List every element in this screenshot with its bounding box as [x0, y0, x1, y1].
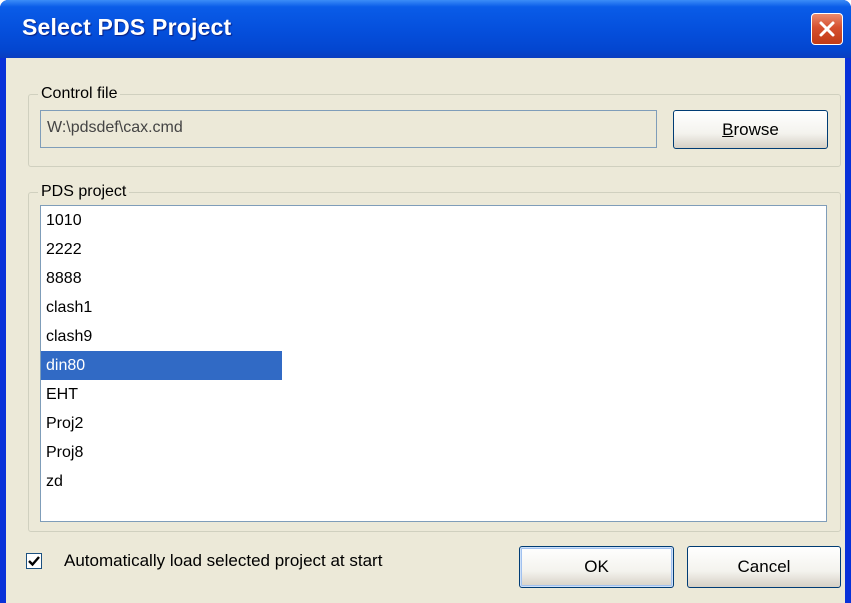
- ok-button[interactable]: OK: [519, 546, 674, 588]
- project-list-item[interactable]: 1010: [41, 206, 282, 235]
- control-file-field[interactable]: W:\pdsdef\cax.cmd: [40, 110, 657, 148]
- project-list-item[interactable]: din80: [41, 351, 282, 380]
- title-bar[interactable]: Select PDS Project: [0, 0, 851, 58]
- project-listbox[interactable]: 1010 2222 8888 clash1 clash9 din80 EHT Proj2 Pro…: [40, 205, 827, 522]
- project-list-item[interactable]: clash1: [41, 293, 282, 322]
- cancel-button[interactable]: Cancel: [687, 546, 841, 588]
- project-list-items: 1010 2222 8888 clash1 clash9 din80 EHT Proj2 Pro…: [41, 206, 826, 496]
- project-list-item[interactable]: 8888: [41, 264, 282, 293]
- autoload-label[interactable]: Automatically load selected project at s…: [64, 551, 382, 571]
- window-title: Select PDS Project: [22, 14, 232, 40]
- checkmark-icon: [28, 556, 40, 567]
- project-list-item[interactable]: zd: [41, 467, 282, 496]
- project-list-item[interactable]: Proj8: [41, 438, 282, 467]
- control-file-legend: Control file: [38, 84, 121, 104]
- project-list-item[interactable]: clash9: [41, 322, 282, 351]
- close-icon: [819, 21, 835, 37]
- close-button[interactable]: [811, 13, 843, 45]
- project-list-item[interactable]: EHT: [41, 380, 282, 409]
- control-file-value: W:\pdsdef\cax.cmd: [47, 119, 183, 136]
- autoload-checkbox[interactable]: [26, 553, 42, 569]
- project-list-item[interactable]: Proj2: [41, 409, 282, 438]
- browse-button[interactable]: Browse: [673, 110, 828, 149]
- browse-button-label: Browse: [722, 119, 779, 139]
- project-list-item[interactable]: 2222: [41, 235, 282, 264]
- ok-button-label: OK: [584, 557, 609, 576]
- pds-project-legend: PDS project: [38, 182, 130, 202]
- cancel-button-label: Cancel: [737, 557, 791, 576]
